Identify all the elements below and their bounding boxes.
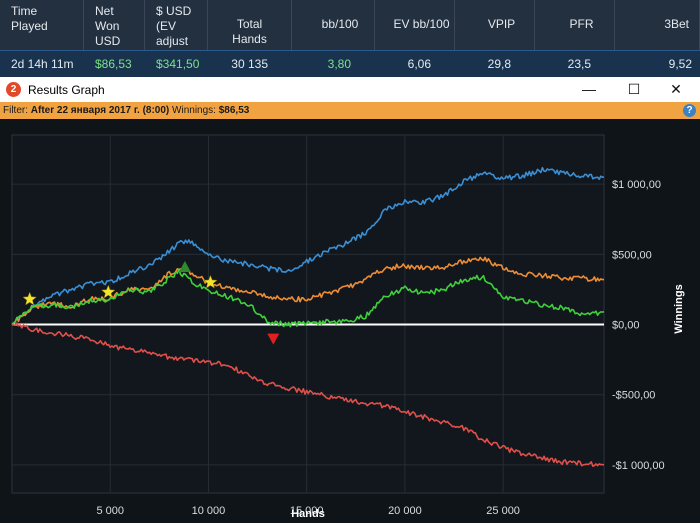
- x-tick-label: 25 000: [486, 505, 520, 517]
- stats-header-0[interactable]: Time Played: [0, 0, 84, 50]
- results-graph-window: 2 Results Graph — ☐ ✕ Filter: After 22 я…: [0, 77, 700, 523]
- stats-header-row: Time Played Net Won USD $ USD (EV adjust Total Ha…: [0, 0, 700, 50]
- maximize-button[interactable]: ☐: [619, 80, 649, 99]
- stats-header-1[interactable]: Net Won USD: [84, 0, 145, 50]
- stats-value-5: 6,06: [407, 57, 431, 71]
- x-axis-title: Hands: [291, 508, 325, 520]
- stats-header-4[interactable]: bb/100: [292, 0, 375, 50]
- minimize-button[interactable]: —: [574, 80, 604, 99]
- stats-header-6[interactable]: VPIP: [455, 0, 535, 50]
- stats-value-7: 23,5: [567, 57, 591, 71]
- x-tick-label: 20 000: [388, 505, 422, 517]
- stats-value-0: 2d 14h 11m: [11, 57, 74, 71]
- y-tick-label: -$500,00: [612, 390, 655, 402]
- stats-value-row[interactable]: 2d 14h 11m $86,53 $341,50 30 135 3,80 6,06 29,…: [0, 50, 700, 77]
- stats-value-4: 3,80: [327, 57, 351, 71]
- window-titlebar[interactable]: 2 Results Graph — ☐ ✕: [0, 77, 700, 102]
- stats-value-8: 9,52: [668, 57, 692, 71]
- winnings-value: $86,53: [218, 105, 250, 116]
- stats-header-8[interactable]: 3Bet: [615, 0, 700, 50]
- filter-value: After 22 января 2017 г. (8:00): [30, 105, 170, 116]
- plot-area: [11, 134, 605, 494]
- x-tick-label: 5 000: [96, 505, 124, 517]
- y-tick-label: $0,00: [612, 320, 640, 332]
- stats-summary-table: Time Played Net Won USD $ USD (EV adjust Total Ha…: [0, 0, 700, 77]
- filter-label: Filter:: [3, 105, 28, 116]
- help-icon[interactable]: ?: [683, 104, 696, 117]
- filter-text: Filter: After 22 января 2017 г. (8:00) W…: [3, 102, 249, 119]
- stats-header-5[interactable]: EV bb/100: [375, 0, 455, 50]
- stats-header-7[interactable]: PFR: [535, 0, 615, 50]
- y-tick-label: -$1 000,00: [612, 460, 665, 472]
- winnings-label: Winnings:: [172, 105, 216, 116]
- results-chart[interactable]: 5 000 10 000 15 000 20 000 25 000$1 000,00$5…: [0, 119, 700, 523]
- filter-bar[interactable]: Filter: After 22 января 2017 г. (8:00) W…: [0, 102, 700, 119]
- stats-header-3[interactable]: Total Hands: [208, 0, 292, 50]
- stats-value-2: $341,50: [156, 57, 200, 71]
- stats-value-1: $86,53: [95, 57, 132, 71]
- stats-value-6: 29,8: [487, 57, 511, 71]
- y-tick-label: $500,00: [612, 249, 652, 261]
- app-logo-icon: 2: [6, 82, 21, 97]
- stats-value-3: 30 135: [231, 57, 268, 71]
- stats-header-2[interactable]: $ USD (EV adjust: [145, 0, 208, 50]
- x-tick-label: 10 000: [192, 505, 226, 517]
- close-button[interactable]: ✕: [661, 80, 691, 99]
- window-title: Results Graph: [28, 83, 105, 97]
- y-axis-title: Winnings: [673, 284, 685, 333]
- y-tick-label: $1 000,00: [612, 179, 661, 191]
